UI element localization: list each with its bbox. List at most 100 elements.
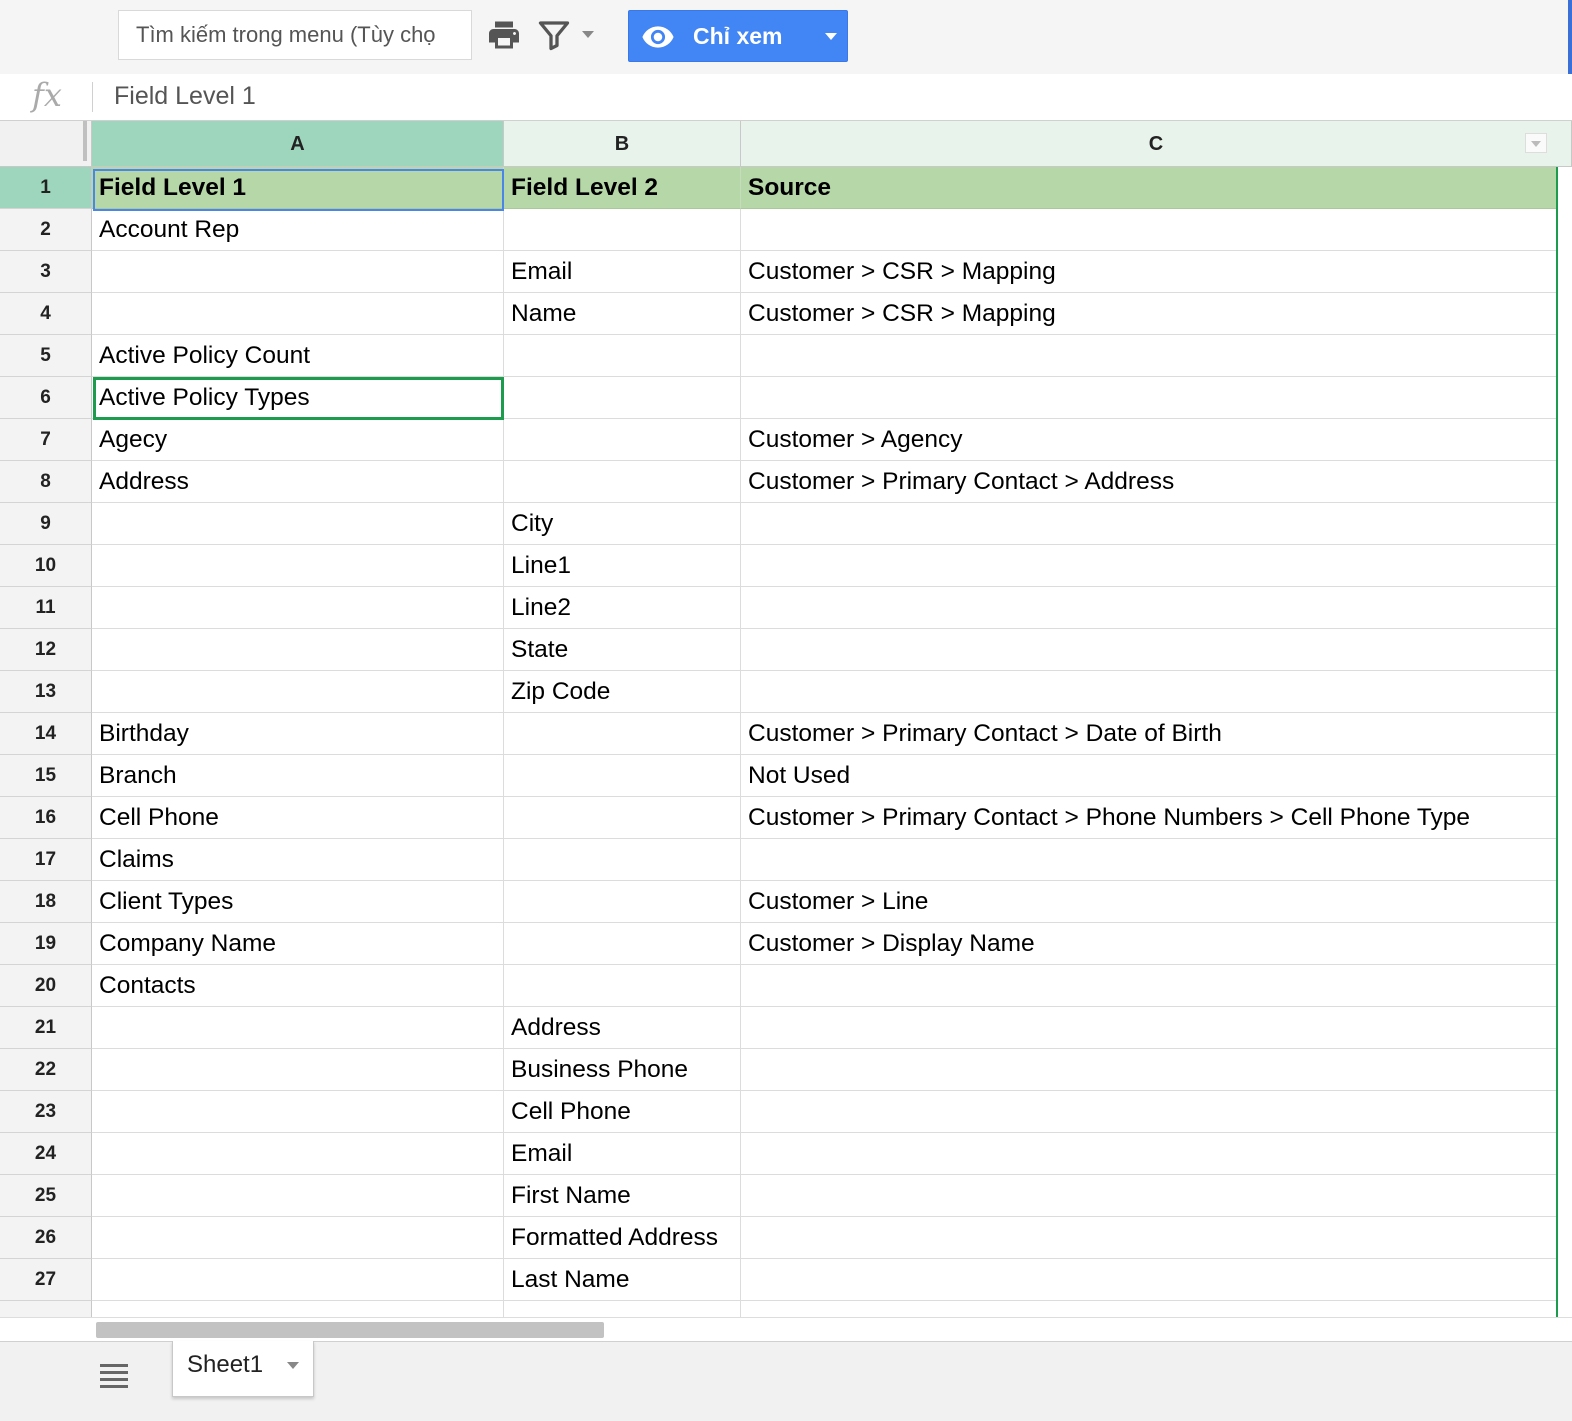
cell-a16[interactable]: Cell Phone xyxy=(92,797,504,839)
cell-c23[interactable] xyxy=(741,1091,1557,1133)
row-header-19[interactable]: 19 xyxy=(0,923,92,965)
cell-partial-c[interactable] xyxy=(741,1301,1557,1317)
column-header-c[interactable]: C xyxy=(741,121,1572,167)
row-header-12[interactable]: 12 xyxy=(0,629,92,671)
cell-a2[interactable]: Account Rep xyxy=(92,209,504,251)
cell-b10[interactable]: Line1 xyxy=(504,545,741,587)
cell-c15[interactable]: Not Used xyxy=(741,755,1557,797)
cell-b4[interactable]: Name xyxy=(504,293,741,335)
cell-a13[interactable] xyxy=(92,671,504,713)
cell-b26[interactable]: Formatted Address xyxy=(504,1217,741,1259)
cell-a21[interactable] xyxy=(92,1007,504,1049)
cell-a23[interactable] xyxy=(92,1091,504,1133)
cell-c12[interactable] xyxy=(741,629,1557,671)
view-only-button[interactable]: Chỉ xem xyxy=(628,10,848,62)
cell-a8[interactable]: Address xyxy=(92,461,504,503)
all-sheets-menu-icon[interactable] xyxy=(100,1364,128,1390)
cell-a18[interactable]: Client Types xyxy=(92,881,504,923)
cell-c6[interactable] xyxy=(741,377,1557,419)
cell-b9[interactable]: City xyxy=(504,503,741,545)
row-header-8[interactable]: 8 xyxy=(0,461,92,503)
cell-a10[interactable] xyxy=(92,545,504,587)
cell-b8[interactable] xyxy=(504,461,741,503)
cell-c26[interactable] xyxy=(741,1217,1557,1259)
row-header-22[interactable]: 22 xyxy=(0,1049,92,1091)
cell-a6[interactable]: Active Policy Types xyxy=(92,377,504,419)
cell-a19[interactable]: Company Name xyxy=(92,923,504,965)
row-header-24[interactable]: 24 xyxy=(0,1133,92,1175)
cell-c4[interactable]: Customer > CSR > Mapping xyxy=(741,293,1557,335)
cell-b14[interactable] xyxy=(504,713,741,755)
cell-partial-a[interactable] xyxy=(92,1301,504,1317)
cell-c8[interactable]: Customer > Primary Contact > Address xyxy=(741,461,1557,503)
cell-b5[interactable] xyxy=(504,335,741,377)
sheet-tab-sheet1[interactable]: Sheet1 xyxy=(172,1341,314,1397)
cell-c27[interactable] xyxy=(741,1259,1557,1301)
row-header-1[interactable]: 1 xyxy=(0,167,92,209)
cell-c19[interactable]: Customer > Display Name xyxy=(741,923,1557,965)
cell-c25[interactable] xyxy=(741,1175,1557,1217)
row-header-10[interactable]: 10 xyxy=(0,545,92,587)
row-header-17[interactable]: 17 xyxy=(0,839,92,881)
column-menu-icon[interactable] xyxy=(1525,133,1547,153)
row-header-16[interactable]: 16 xyxy=(0,797,92,839)
filter-dropdown-caret-icon[interactable] xyxy=(582,31,594,38)
cell-b25[interactable]: First Name xyxy=(504,1175,741,1217)
cell-b22[interactable]: Business Phone xyxy=(504,1049,741,1091)
cell-c14[interactable]: Customer > Primary Contact > Date of Bir… xyxy=(741,713,1557,755)
cell-c22[interactable] xyxy=(741,1049,1557,1091)
cell-b6[interactable] xyxy=(504,377,741,419)
cell-a26[interactable] xyxy=(92,1217,504,1259)
cell-a11[interactable] xyxy=(92,587,504,629)
cell-c11[interactable] xyxy=(741,587,1557,629)
cell-a20[interactable]: Contacts xyxy=(92,965,504,1007)
cell-a1[interactable]: Field Level 1 xyxy=(92,167,504,209)
column-header-b[interactable]: B xyxy=(504,121,741,167)
cell-b16[interactable] xyxy=(504,797,741,839)
cell-c3[interactable]: Customer > CSR > Mapping xyxy=(741,251,1557,293)
cell-b12[interactable]: State xyxy=(504,629,741,671)
row-header-23[interactable]: 23 xyxy=(0,1091,92,1133)
menu-search-input[interactable]: Tìm kiếm trong menu (Tùy chọ xyxy=(118,10,472,60)
cell-b18[interactable] xyxy=(504,881,741,923)
row-header-3[interactable]: 3 xyxy=(0,251,92,293)
cell-c16[interactable]: Customer > Primary Contact > Phone Numbe… xyxy=(741,797,1557,839)
cell-b15[interactable] xyxy=(504,755,741,797)
row-header-partial[interactable] xyxy=(0,1301,92,1317)
cell-a27[interactable] xyxy=(92,1259,504,1301)
cell-a5[interactable]: Active Policy Count xyxy=(92,335,504,377)
cell-b20[interactable] xyxy=(504,965,741,1007)
row-header-6[interactable]: 6 xyxy=(0,377,92,419)
cell-c21[interactable] xyxy=(741,1007,1557,1049)
cell-a24[interactable] xyxy=(92,1133,504,1175)
row-header-21[interactable]: 21 xyxy=(0,1007,92,1049)
cell-a9[interactable] xyxy=(92,503,504,545)
cell-a7[interactable]: Agecy xyxy=(92,419,504,461)
cell-b3[interactable]: Email xyxy=(504,251,741,293)
cell-a17[interactable]: Claims xyxy=(92,839,504,881)
column-header-a[interactable]: A xyxy=(92,121,504,167)
row-header-20[interactable]: 20 xyxy=(0,965,92,1007)
cell-c20[interactable] xyxy=(741,965,1557,1007)
cell-c2[interactable] xyxy=(741,209,1557,251)
row-header-14[interactable]: 14 xyxy=(0,713,92,755)
cell-b19[interactable] xyxy=(504,923,741,965)
printer-icon[interactable] xyxy=(486,17,522,53)
cell-b2[interactable] xyxy=(504,209,741,251)
select-all-corner[interactable] xyxy=(0,121,92,167)
cell-c10[interactable] xyxy=(741,545,1557,587)
cell-a4[interactable] xyxy=(92,293,504,335)
cell-c24[interactable] xyxy=(741,1133,1557,1175)
sheet-tab-dropdown-icon[interactable] xyxy=(287,1362,299,1369)
filter-icon[interactable] xyxy=(536,17,572,53)
cell-c13[interactable] xyxy=(741,671,1557,713)
cell-c7[interactable]: Customer > Agency xyxy=(741,419,1557,461)
scrollbar-thumb[interactable] xyxy=(96,1322,604,1338)
cell-a12[interactable] xyxy=(92,629,504,671)
row-header-4[interactable]: 4 xyxy=(0,293,92,335)
row-header-25[interactable]: 25 xyxy=(0,1175,92,1217)
cell-a25[interactable] xyxy=(92,1175,504,1217)
row-header-2[interactable]: 2 xyxy=(0,209,92,251)
cell-b11[interactable]: Line2 xyxy=(504,587,741,629)
cell-c17[interactable] xyxy=(741,839,1557,881)
